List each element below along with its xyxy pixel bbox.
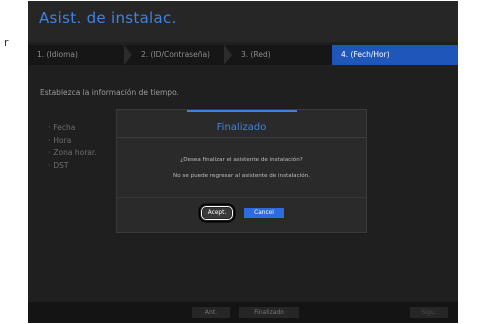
step-network: 3. (Red) bbox=[241, 50, 271, 59]
next-button[interactable]: Sigu. bbox=[410, 307, 448, 318]
field-time: Hora bbox=[48, 135, 97, 148]
dialog-question: ¿Desea finalizar el asistente de instala… bbox=[180, 157, 303, 163]
dialog-divider bbox=[117, 137, 366, 138]
dialog-button-divider bbox=[117, 197, 366, 198]
footer-bar: Ant. Finalizado Sigu. bbox=[28, 302, 458, 323]
dialog-accent-line bbox=[187, 110, 297, 112]
instruction-text: Establezca la información de tiempo. bbox=[40, 88, 179, 97]
step-chevron-2 bbox=[224, 45, 232, 65]
time-settings-list: Fecha Hora Zona horar. DST bbox=[48, 122, 97, 173]
finish-dialog: Finalizado ¿Desea finalizar el asistente… bbox=[116, 109, 367, 233]
step-chevron-1 bbox=[124, 45, 132, 65]
accept-button-label: Acept. bbox=[203, 208, 231, 218]
wizard-steps: 1. (Idioma) 2. (ID/Contraseña) 3. (Red) … bbox=[28, 45, 458, 65]
accept-button[interactable]: Acept. bbox=[200, 205, 234, 221]
step-chevron-3 bbox=[324, 45, 332, 65]
cancel-button[interactable]: Cancel bbox=[244, 208, 284, 218]
wizard-title: Asist. de instalac. bbox=[39, 9, 177, 27]
field-time-zone: Zona horar. bbox=[48, 147, 96, 160]
previous-button[interactable]: Ant. bbox=[192, 307, 230, 318]
step-language: 1. (Idioma) bbox=[37, 50, 78, 59]
field-dst: DST bbox=[48, 160, 97, 173]
step-id-password: 2. (ID/Contraseña) bbox=[141, 50, 210, 59]
field-date: Fecha bbox=[48, 122, 97, 135]
setup-wizard-screen: Asist. de instalac. 1. (Idioma) 2. (ID/C… bbox=[28, 1, 458, 323]
dialog-title: Finalizado bbox=[216, 122, 267, 133]
title-bar: Asist. de instalac. bbox=[28, 1, 458, 42]
stray-text-fragment: r bbox=[4, 36, 9, 49]
step-date-time-active: 4. (Fech/Hor) bbox=[332, 45, 458, 65]
finish-button[interactable]: Finalizado bbox=[239, 307, 299, 318]
dialog-warning: No se puede regresar al asistente de ins… bbox=[173, 173, 310, 179]
